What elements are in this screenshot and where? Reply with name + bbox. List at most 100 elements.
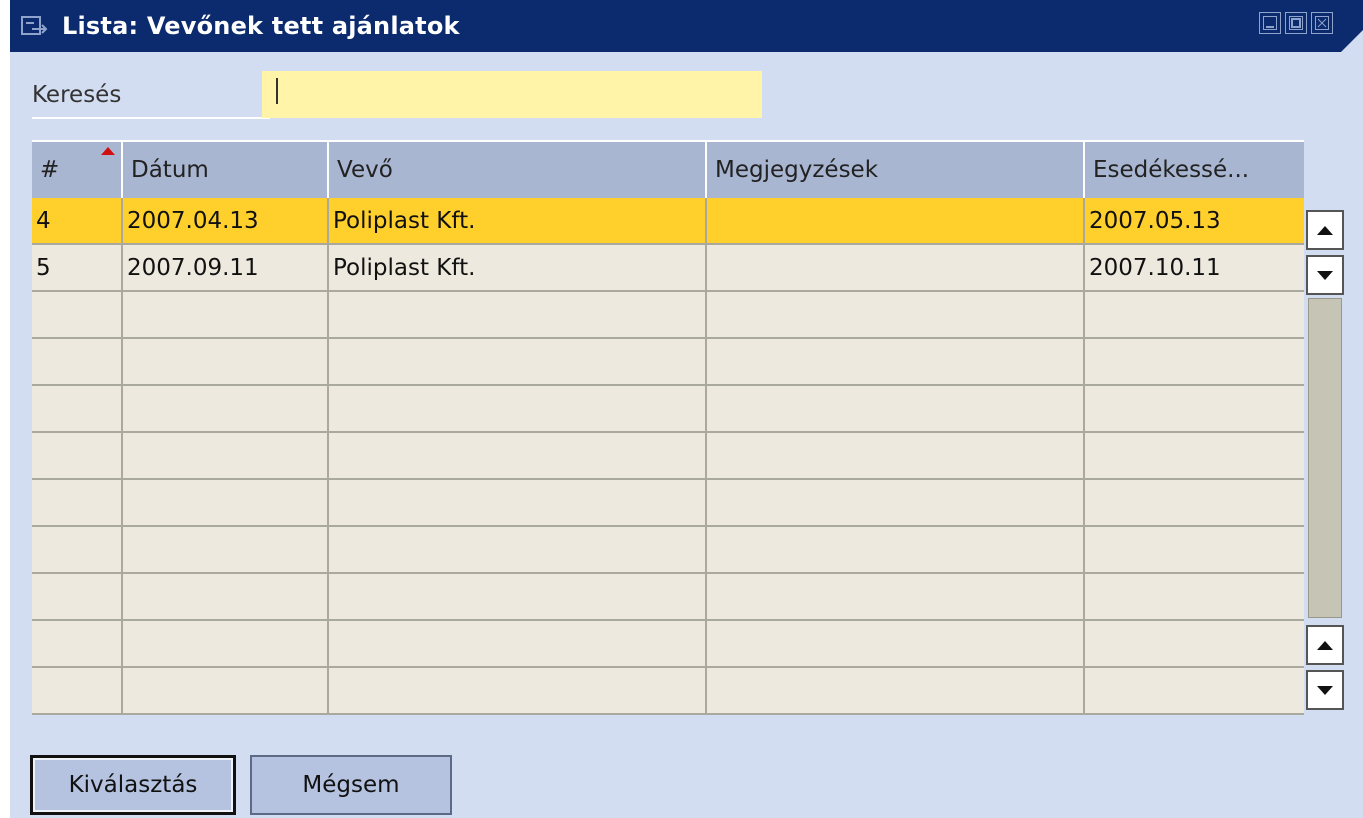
cell-notes: [707, 292, 1085, 337]
cell-due-date: [1085, 480, 1304, 525]
cell-due-date: 2007.05.13: [1089, 207, 1221, 234]
column-header-date[interactable]: Dátum: [123, 142, 329, 198]
cell-notes: [707, 621, 1085, 666]
cell-date: [123, 292, 329, 337]
cell-number: [32, 668, 123, 713]
close-icon[interactable]: [1311, 12, 1333, 34]
column-header-label: Megjegyzések: [715, 157, 879, 183]
empty-table-row[interactable]: [32, 527, 1304, 574]
table-row[interactable]: 4 2007.04.13 Poliplast Kft. 2007.05.13: [32, 198, 1304, 245]
dialog-window: Lista: Vevőnek tett ajánlatok Keresés # …: [10, 0, 1363, 818]
cell-due-date: [1085, 433, 1304, 478]
sort-ascending-icon: [101, 147, 115, 155]
cancel-button[interactable]: Mégsem: [250, 755, 452, 815]
window-left-edge: [0, 0, 10, 818]
form-icon: [20, 14, 48, 38]
cell-notes: [707, 480, 1085, 525]
choose-button[interactable]: Kiválasztás: [30, 755, 236, 815]
column-header-label: Dátum: [131, 157, 209, 183]
cell-customer: [329, 480, 707, 525]
table-row[interactable]: 5 2007.09.11 Poliplast Kft. 2007.10.11: [32, 245, 1304, 292]
cell-number: [32, 433, 123, 478]
window-title: Lista: Vevőnek tett ajánlatok: [62, 12, 460, 40]
cell-date: [123, 339, 329, 384]
cell-notes: [707, 245, 1085, 290]
column-header-due-date[interactable]: Esedékessé...: [1085, 142, 1304, 198]
arrow-up-icon: [1317, 640, 1333, 650]
cell-customer: Poliplast Kft.: [329, 198, 707, 243]
arrow-up-icon: [1317, 225, 1333, 235]
cell-number: [32, 621, 123, 666]
arrow-down-icon: [1317, 685, 1333, 695]
cell-due-date: [1085, 574, 1304, 619]
search-label-underline: [32, 117, 270, 119]
cell-customer: [329, 386, 707, 431]
empty-table-row[interactable]: [32, 668, 1304, 715]
cell-customer: [329, 433, 707, 478]
arrow-down-icon: [1317, 270, 1333, 280]
cell-number: [32, 480, 123, 525]
column-header-number[interactable]: #: [32, 142, 123, 198]
cell-due-date: [1085, 527, 1304, 572]
scroll-page-down-button[interactable]: [1306, 670, 1344, 710]
cell-due-date: [1085, 668, 1304, 713]
scroll-page-up-button[interactable]: [1306, 625, 1344, 665]
cell-number: 5: [32, 245, 123, 290]
cell-notes: [707, 433, 1085, 478]
cell-date: [123, 480, 329, 525]
cell-number: [32, 339, 123, 384]
cell-notes: [707, 198, 1085, 243]
cell-due-date: 2007.10.11: [1089, 254, 1221, 281]
cell-date: [123, 668, 329, 713]
cell-date: 2007.09.11: [123, 245, 329, 290]
cell-date: [123, 386, 329, 431]
empty-table-row[interactable]: [32, 621, 1304, 668]
cell-notes: [707, 668, 1085, 713]
column-header-label: Vevő: [337, 157, 393, 183]
cell-customer: [329, 574, 707, 619]
empty-table-row[interactable]: [32, 433, 1304, 480]
cell-date: [123, 433, 329, 478]
table-scrollbar[interactable]: [1306, 200, 1346, 715]
column-header-label: Esedékessé...: [1093, 157, 1250, 183]
column-header-notes[interactable]: Megjegyzések: [707, 142, 1085, 198]
cell-number: [32, 292, 123, 337]
cell-customer: [329, 292, 707, 337]
empty-table-row[interactable]: [32, 574, 1304, 621]
scrollbar-track[interactable]: [1308, 298, 1342, 618]
cell-customer: [329, 621, 707, 666]
column-header-label: #: [40, 157, 60, 183]
cell-customer: Poliplast Kft.: [329, 245, 707, 290]
title-bar[interactable]: Lista: Vevőnek tett ajánlatok: [10, 0, 1363, 52]
empty-table-row[interactable]: [32, 339, 1304, 386]
column-header-customer[interactable]: Vevő: [329, 142, 707, 198]
maximize-icon[interactable]: [1285, 12, 1307, 34]
cell-due-date: [1085, 339, 1304, 384]
cell-customer: [329, 527, 707, 572]
cell-date: [123, 621, 329, 666]
text-caret: [276, 78, 278, 104]
cell-notes: [707, 574, 1085, 619]
scroll-row-down-button[interactable]: [1306, 255, 1344, 295]
empty-table-row[interactable]: [32, 292, 1304, 339]
cell-date: [123, 574, 329, 619]
cell-number: [32, 386, 123, 431]
cell-notes: [707, 527, 1085, 572]
cell-number: [32, 574, 123, 619]
cell-date: 2007.04.13: [123, 198, 329, 243]
scroll-row-up-button[interactable]: [1306, 210, 1344, 250]
cell-due-date: [1085, 386, 1304, 431]
empty-table-row[interactable]: [32, 386, 1304, 433]
cell-date: [123, 527, 329, 572]
empty-table-row[interactable]: [32, 480, 1304, 527]
cell-notes: [707, 339, 1085, 384]
cell-notes: [707, 386, 1085, 431]
cell-customer: [329, 339, 707, 384]
cell-customer: [329, 668, 707, 713]
cell-due-date: [1085, 292, 1304, 337]
cell-number: 4: [32, 198, 123, 243]
search-input[interactable]: [262, 71, 762, 118]
minimize-icon[interactable]: [1259, 12, 1281, 34]
cell-number: [32, 527, 123, 572]
table-header: # Dátum Vevő Megjegyzések Esedékessé...: [32, 140, 1304, 198]
